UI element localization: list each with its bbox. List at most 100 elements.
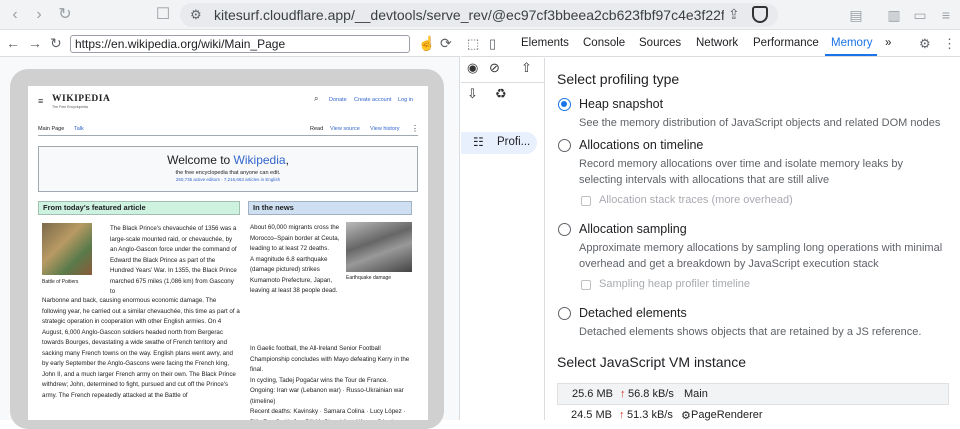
address-url[interactable]: kitesurf.cloudflare.app/__devtools/serve…	[214, 7, 724, 23]
upload-icon[interactable]: ⇧	[521, 60, 532, 76]
donate-link[interactable]: Donate	[329, 97, 347, 103]
forward-icon[interactable]: ›	[30, 6, 48, 24]
tab-sources[interactable]: Sources	[639, 37, 681, 49]
tab-main-page[interactable]: Main Page	[38, 126, 64, 132]
bookmark-icon[interactable]: ☐	[154, 6, 172, 24]
vm-heading: Select JavaScript VM instance	[557, 354, 747, 370]
news-item: A magnitude 6.8 earthquake (damage pictu…	[250, 255, 338, 295]
news-image[interactable]	[346, 222, 412, 272]
device-emulator-pane: ← → ↻ https://en.wikipedia.org/wiki/Main…	[0, 31, 460, 429]
sidebar-icon[interactable]: ▥	[886, 7, 902, 23]
rotate-icon[interactable]: ⟳	[440, 35, 452, 52]
create-account-link[interactable]: Create account	[354, 97, 391, 103]
welcome-title: Welcome to Wikipedia,	[39, 153, 417, 167]
allocations-timeline-label[interactable]: Allocations on timeline	[579, 138, 703, 152]
news-item: In cycling, Tadej Pogačar wins the Tour …	[250, 376, 389, 384]
tab-talk[interactable]: Talk	[74, 126, 84, 132]
tab-network[interactable]: Network	[696, 37, 738, 49]
welcome-prefix: Welcome to	[167, 153, 234, 167]
detached-elements-label[interactable]: Detached elements	[579, 306, 687, 320]
heap-timeline-label[interactable]: Sampling heap profiler timeline	[599, 278, 750, 290]
tab-read[interactable]: Read	[310, 126, 323, 132]
devtools-tabbar: ⬚ ▯ Elements Console Sources Network Per…	[461, 31, 960, 57]
reload-icon[interactable]: ↻	[56, 6, 74, 24]
tab-console[interactable]: Console	[583, 37, 625, 49]
emulator-toolbar: ← → ↻ https://en.wikipedia.org/wiki/Main…	[0, 31, 460, 57]
vm-name: PageRenderer	[691, 409, 763, 421]
heap-snapshot-desc: See the memory distribution of JavaScrip…	[579, 117, 941, 129]
active-tab-indicator	[825, 54, 877, 56]
kebab-menu-icon[interactable]: ⋮	[943, 36, 956, 52]
emulator-reload-icon[interactable]: ↻	[50, 35, 62, 52]
emulator-back-icon[interactable]: ←	[6, 35, 20, 51]
clear-icon[interactable]: ⊘	[489, 60, 500, 76]
sidebar-item-label: Profi...	[497, 136, 531, 148]
featured-heading: From today's featured article	[38, 201, 240, 215]
featured-text-continued: Narbonne and back, causing enormous econ…	[42, 297, 240, 399]
heap-snapshot-radio[interactable]	[558, 98, 571, 111]
allocations-timeline-desc: Record memory allocations over time and …	[579, 158, 904, 186]
sidebar-item-profiles[interactable]: ☷ Profi...	[461, 132, 537, 154]
record-icon[interactable]: ◉	[467, 60, 478, 76]
allocation-sampling-radio[interactable]	[558, 223, 571, 236]
detached-elements-radio[interactable]	[558, 307, 571, 320]
hamburger-icon[interactable]: ≡	[38, 96, 43, 106]
address-bar[interactable]: ⚙ kitesurf.cloudflare.app/__devtools/ser…	[180, 3, 778, 27]
device-toggle-icon[interactable]: ▯	[489, 36, 496, 52]
more-icon[interactable]: ⋮	[411, 124, 419, 133]
news-more: In Gaelic football, the All-Ireland Seni…	[250, 344, 414, 420]
wallet-icon[interactable]: ▭	[912, 7, 928, 23]
wikipedia-page: ≡ WIKIPEDIA The Free Encyclopedia ⌕ Dona…	[28, 86, 428, 420]
back-icon[interactable]: ‹	[6, 6, 24, 24]
vm-row[interactable]: 25.6 MB ↑ 56.8 kB/s Main	[557, 383, 949, 405]
garbage-collect-icon[interactable]: ♻	[495, 86, 507, 102]
more-tabs-icon[interactable]: »	[885, 37, 891, 49]
sliders-icon: ☷	[473, 135, 484, 149]
news-list: About 60,000 migrants cross the Morocco–…	[250, 223, 346, 297]
featured-image[interactable]	[42, 223, 92, 275]
recent-deaths: Recent deaths: Kavinsky · Samara Colina …	[250, 408, 406, 420]
site-settings-icon[interactable]: ⚙	[190, 7, 202, 23]
tab-view-history[interactable]: View history	[370, 126, 400, 132]
heap-snapshot-label[interactable]: Heap snapshot	[579, 97, 663, 111]
stack-traces-checkbox[interactable]	[581, 196, 591, 206]
memory-sidebar: ◉ ⊘ ⇧ ⇩ ♻ ☷ Profi...	[461, 58, 545, 420]
featured-caption: Battle of Poitiers	[42, 279, 79, 285]
settings-gear-icon[interactable]: ⚙	[919, 36, 931, 52]
emulator-url-input[interactable]: https://en.wikipedia.org/wiki/Main_Page	[70, 35, 410, 53]
tab-memory[interactable]: Memory	[831, 37, 873, 49]
wiki-tagline: The Free Encyclopedia	[52, 105, 88, 109]
featured-text: The Black Prince's chevauchée of 1356 wa…	[110, 225, 237, 295]
vm-size: 25.6 MB	[572, 388, 613, 400]
welcome-box: Welcome to Wikipedia, the free encyclope…	[38, 146, 418, 192]
welcome-suffix: ,	[285, 153, 289, 167]
allocation-sampling-label[interactable]: Allocation sampling	[579, 222, 687, 236]
share-icon[interactable]: ⇪	[728, 6, 740, 23]
tab-elements[interactable]: Elements	[521, 37, 569, 49]
welcome-stats: 250,735 active editors · 7,216,663 artic…	[175, 177, 281, 182]
devtools-panel: ⬚ ▯ Elements Console Sources Network Per…	[461, 31, 960, 422]
vm-row[interactable]: 24.5 MB ↑ 51.3 kB/s ⚙ PageRenderer	[557, 405, 949, 427]
tab-view-source[interactable]: View source	[330, 126, 360, 132]
search-icon[interactable]: ⌕	[314, 94, 318, 104]
heap-timeline-checkbox[interactable]	[581, 280, 591, 290]
news-item: In Gaelic football, the All-Ireland Seni…	[250, 345, 410, 373]
news-heading: In the news	[248, 201, 412, 215]
reader-icon[interactable]: ▤	[848, 7, 864, 23]
news-caption: Earthquake damage	[346, 275, 392, 281]
download-icon[interactable]: ⇩	[467, 86, 478, 102]
allocations-timeline-radio[interactable]	[558, 139, 571, 152]
brave-shield-icon[interactable]	[752, 6, 768, 23]
tab-performance[interactable]: Performance	[753, 37, 819, 49]
wiki-logo[interactable]: WIKIPEDIA	[52, 94, 110, 104]
menu-icon[interactable]: ≡	[938, 7, 954, 23]
welcome-link[interactable]: Wikipedia	[234, 153, 286, 167]
inspect-icon[interactable]: ⬚	[467, 36, 479, 52]
login-link[interactable]: Log in	[398, 97, 413, 103]
gear-icon: ⚙	[681, 410, 691, 422]
vm-size: 24.5 MB	[571, 409, 612, 421]
touch-icon[interactable]: ☝	[418, 35, 435, 52]
emulator-forward-icon[interactable]: →	[28, 35, 42, 51]
stack-traces-label[interactable]: Allocation stack traces (more overhead)	[599, 194, 793, 206]
welcome-subtitle: the free encyclopedia that anyone can ed…	[175, 170, 281, 176]
